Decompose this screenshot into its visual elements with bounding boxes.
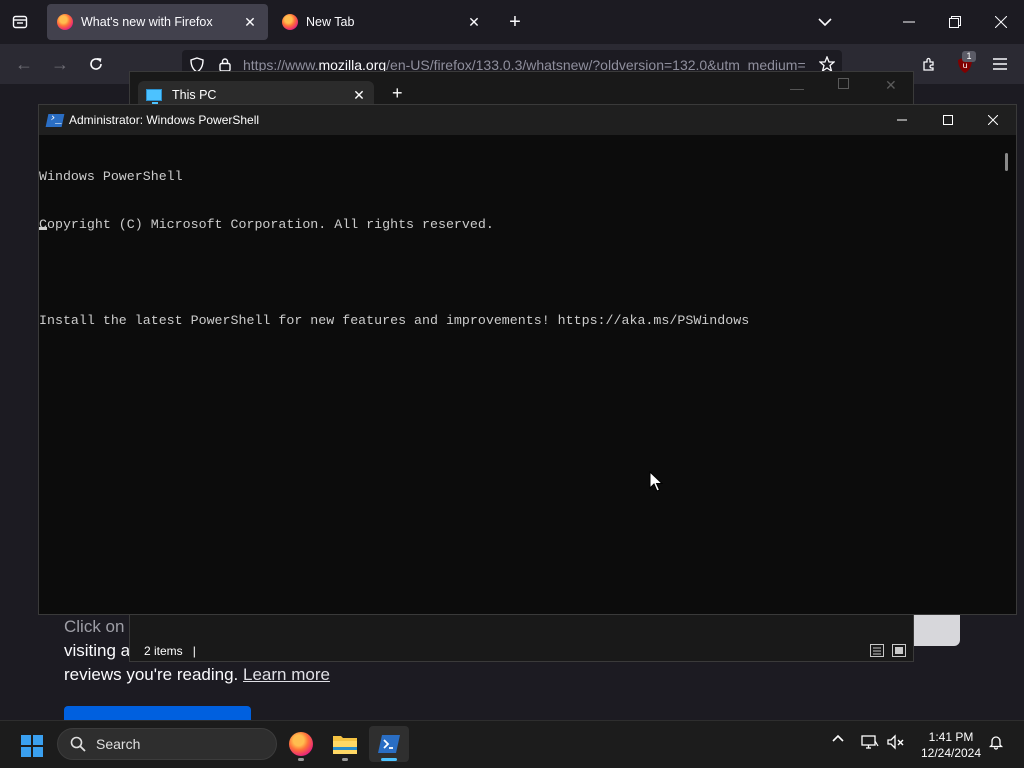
- show-hidden-icons-chevron-icon[interactable]: [829, 734, 847, 742]
- notification-bell-icon[interactable]: [986, 734, 1006, 750]
- taskbar-firefox[interactable]: [281, 726, 321, 762]
- console-output[interactable]: Windows PowerShell Copyright (C) Microso…: [39, 137, 999, 361]
- forward-arrow-icon[interactable]: →: [50, 54, 70, 74]
- page-text-line1: Click on: [64, 617, 125, 636]
- extensions-puzzle-icon[interactable]: [918, 54, 940, 74]
- page-text-line2: visiting a: [64, 641, 131, 660]
- powershell-title-bar[interactable]: Administrator: Windows PowerShell: [39, 105, 1016, 135]
- search-icon: [70, 736, 86, 752]
- firefox-view-icon[interactable]: [10, 12, 30, 32]
- active-indicator: [381, 758, 397, 761]
- powershell-title: Administrator: Windows PowerShell: [69, 113, 260, 127]
- new-tab-plus-icon[interactable]: +: [505, 11, 525, 33]
- reload-icon[interactable]: [86, 54, 106, 74]
- page-text-line3-text: reviews you're reading.: [64, 665, 239, 684]
- ps-minimize-icon[interactable]: [879, 105, 925, 135]
- minimize-icon[interactable]: [898, 12, 920, 32]
- folder-icon: [333, 736, 357, 754]
- powershell-icon: [45, 113, 65, 127]
- explorer-tab-label: This PC: [172, 88, 217, 102]
- taskbar-powershell[interactable]: [369, 726, 409, 762]
- tab-whats-new[interactable]: What's new with Firefox ✕: [47, 4, 268, 40]
- console-line: Copyright (C) Microsoft Corporation. All…: [39, 217, 494, 232]
- scrollbar-thumb[interactable]: [1005, 153, 1008, 171]
- status-item-count: 2 items: [144, 644, 183, 658]
- running-indicator: [298, 758, 304, 761]
- svg-text:u: u: [962, 61, 967, 70]
- firefox-logo-icon: [57, 14, 73, 30]
- new-tab-plus-icon[interactable]: +: [392, 83, 403, 104]
- close-icon[interactable]: ✕: [242, 14, 258, 31]
- close-icon[interactable]: ✕: [466, 14, 482, 31]
- close-window-icon[interactable]: [990, 12, 1012, 32]
- mouse-pointer-icon: [649, 470, 664, 497]
- explorer-status-count: 2 items |: [144, 644, 196, 658]
- windows-start-icon[interactable]: [21, 735, 43, 757]
- back-arrow-icon[interactable]: ←: [14, 54, 34, 74]
- hamburger-menu-icon[interactable]: [990, 54, 1010, 74]
- search-label: Search: [96, 736, 141, 752]
- firefox-tab-bar: What's new with Firefox ✕ New Tab ✕ +: [0, 0, 1024, 44]
- ps-close-icon[interactable]: [970, 105, 1016, 135]
- explorer-close-icon[interactable]: ✕: [885, 77, 897, 94]
- network-icon[interactable]: [860, 734, 880, 750]
- firefox-logo-icon: [289, 732, 313, 756]
- taskbar-clock[interactable]: 1:41 PM 12/24/2024: [912, 729, 990, 761]
- this-pc-icon: [146, 89, 162, 104]
- ps-maximize-icon[interactable]: [925, 105, 971, 135]
- explorer-minimize-icon[interactable]: —: [790, 80, 804, 96]
- extension-badge: 1: [962, 51, 976, 62]
- close-icon[interactable]: ✕: [344, 87, 374, 104]
- page-illustration-card: [912, 612, 960, 646]
- tab-label: What's new with Firefox: [81, 15, 213, 29]
- powershell-icon: [378, 735, 400, 753]
- running-indicator: [342, 758, 348, 761]
- clock-time: 1:41 PM: [928, 730, 974, 744]
- restore-icon[interactable]: [944, 12, 966, 32]
- taskbar-search[interactable]: Search: [57, 728, 277, 760]
- clock-date: 12/24/2024: [920, 746, 982, 760]
- volume-muted-icon[interactable]: [886, 734, 906, 750]
- taskbar-file-explorer[interactable]: [325, 726, 365, 762]
- tiles-view-icon[interactable]: [892, 644, 906, 657]
- learn-more-link[interactable]: Learn more: [243, 665, 330, 684]
- list-all-tabs-chevron-icon[interactable]: [815, 12, 835, 32]
- details-view-icon[interactable]: [870, 644, 884, 657]
- powershell-window: Administrator: Windows PowerShell Window…: [38, 104, 1017, 615]
- firefox-logo-icon: [282, 14, 298, 30]
- page-text-line3: reviews you're reading. Learn more: [64, 665, 330, 685]
- explorer-maximize-icon[interactable]: [838, 78, 849, 89]
- console-line: Install the latest PowerShell for new fe…: [39, 313, 750, 328]
- tab-new-tab[interactable]: New Tab ✕: [272, 4, 492, 40]
- tab-label: New Tab: [306, 15, 355, 29]
- console-line: Windows PowerShell: [39, 169, 183, 184]
- text-cursor: [39, 227, 47, 230]
